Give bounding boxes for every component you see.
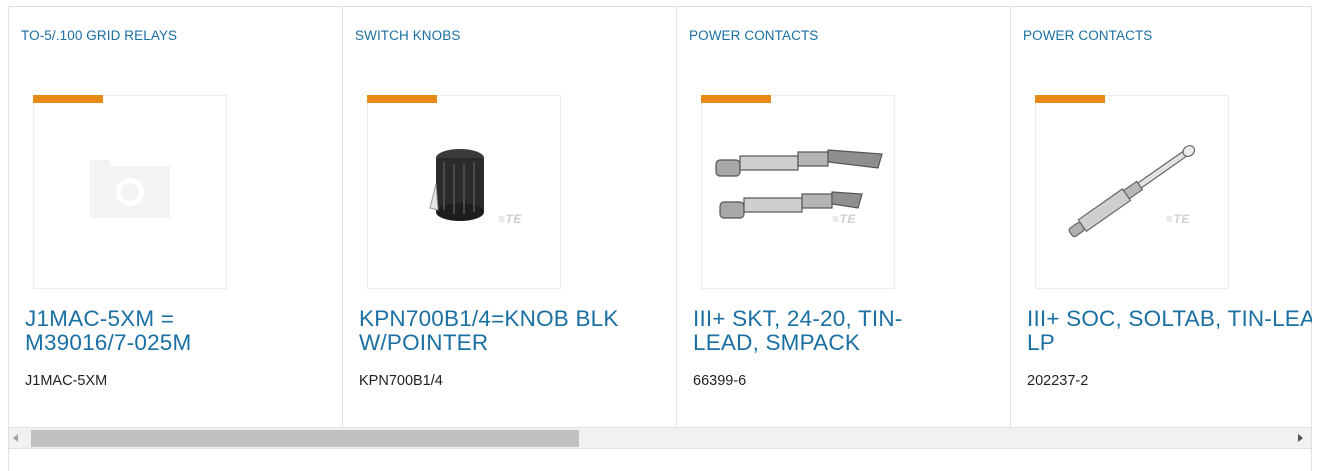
product-category-link[interactable]: SWITCH KNOBS xyxy=(355,28,460,43)
product-category-link[interactable]: POWER CONTACTS xyxy=(1023,28,1152,43)
product-part-number: 66399-6 xyxy=(693,373,747,389)
watermark-logo: ≡TE xyxy=(832,212,856,226)
watermark-logo: ≡TE xyxy=(1166,212,1190,226)
product-category-link[interactable]: POWER CONTACTS xyxy=(689,28,818,43)
solder-tab-contact-image xyxy=(1068,145,1196,238)
product-part-number: 202237-2 xyxy=(1027,373,1089,389)
product-title-link[interactable]: III+ SKT, 24-20, TIN-LEAD, SMPACK xyxy=(693,307,953,355)
product-card[interactable]: TO-5/.100 GRID RELAYS J1MAC-5XM = M39016… xyxy=(9,7,343,428)
product-carousel: TO-5/.100 GRID RELAYS J1MAC-5XM = M39016… xyxy=(8,6,1312,471)
camera-placeholder-icon xyxy=(90,160,170,218)
product-card[interactable]: POWER CONTACTS ≡TE III+ SOC, SOLTAB, TIN… xyxy=(1011,7,1312,428)
product-card[interactable]: POWER CONTACTS ≡TE III+ SKT, 24-20, TIN-… xyxy=(677,7,1011,428)
scrollbar-thumb[interactable] xyxy=(31,430,579,447)
carousel-frame: TO-5/.100 GRID RELAYS J1MAC-5XM = M39016… xyxy=(8,6,1312,428)
product-image[interactable]: ≡TE xyxy=(1035,95,1229,289)
product-image[interactable]: ≡TE xyxy=(367,95,561,289)
watermark-logo: ≡TE xyxy=(498,212,522,226)
horizontal-scrollbar[interactable] xyxy=(8,427,1312,449)
socket-contacts-image xyxy=(715,149,883,219)
scroll-left-arrow-icon[interactable] xyxy=(13,434,18,442)
product-part-number: KPN700B1/4 xyxy=(359,373,443,389)
product-image[interactable]: ≡TE xyxy=(701,95,895,289)
product-title-link[interactable]: J1MAC-5XM = M39016/7-025M xyxy=(25,307,265,355)
product-card[interactable]: SWITCH KNOBS ≡TE KPN700B1/4=KNOB BLK W/P… xyxy=(343,7,677,428)
carousel-footer xyxy=(8,449,1312,471)
product-image[interactable] xyxy=(33,95,227,289)
product-title-link[interactable]: III+ SOC, SOLTAB, TIN-LEAD, LP xyxy=(1027,307,1312,355)
product-title-link[interactable]: KPN700B1/4=KNOB BLK W/POINTER xyxy=(359,307,669,355)
product-category-link[interactable]: TO-5/.100 GRID RELAYS xyxy=(21,28,177,43)
knob-image xyxy=(429,149,484,221)
scroll-right-arrow-icon[interactable] xyxy=(1298,434,1303,442)
product-part-number: J1MAC-5XM xyxy=(25,373,108,389)
